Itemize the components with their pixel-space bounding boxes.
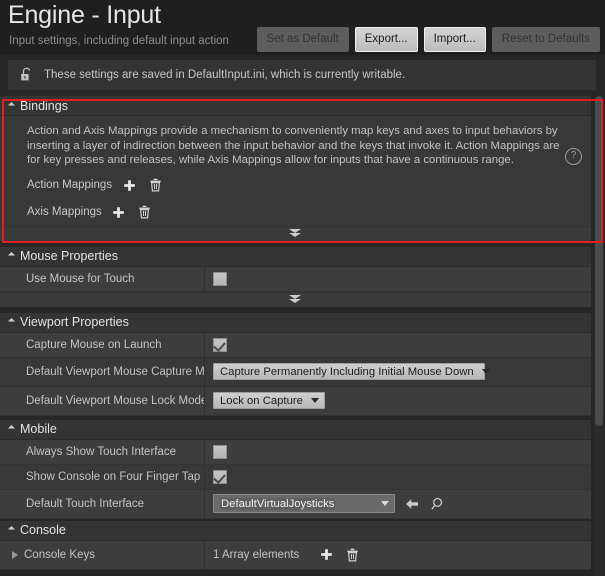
settings-content: Bindings Action and Axis Mappings provid… bbox=[0, 96, 591, 570]
combo-value: Lock on Capture bbox=[220, 394, 303, 407]
axis-mappings-label: Axis Mappings bbox=[27, 206, 102, 219]
row-default-touch-interface: Default Touch Interface DefaultVirtualJo… bbox=[0, 489, 591, 519]
page-subtitle: Input settings, including default input … bbox=[9, 35, 229, 47]
axis-mappings-delete-icon[interactable] bbox=[136, 203, 154, 221]
vertical-scrollbar[interactable] bbox=[594, 96, 604, 576]
row-label: Capture Mouse on Launch bbox=[0, 332, 205, 357]
ini-writable-notice: These settings are saved in DefaultInput… bbox=[8, 60, 596, 90]
triangle-down-icon bbox=[7, 526, 16, 534]
bindings-description-block: Action and Axis Mappings provide a mecha… bbox=[0, 116, 591, 172]
row-default-viewport-mouse-capture-mode: Default Viewport Mouse Capture M Capture… bbox=[0, 357, 591, 387]
bindings-title: Bindings bbox=[20, 98, 68, 113]
row-console-keys: Console Keys 1 Array elements bbox=[0, 540, 591, 570]
triangle-right-icon bbox=[12, 550, 18, 559]
section-mobile: Mobile Always Show Touch Interface Show … bbox=[0, 419, 591, 519]
row-value bbox=[205, 333, 591, 357]
row-use-mouse-for-touch: Use Mouse for Touch bbox=[0, 266, 591, 292]
notice-text: These settings are saved in DefaultInput… bbox=[44, 69, 406, 81]
row-label: Always Show Touch Interface bbox=[0, 439, 205, 464]
section-bindings: Bindings Action and Axis Mappings provid… bbox=[0, 96, 591, 241]
scrollbar-thumb[interactable] bbox=[595, 96, 603, 426]
page-title: Engine - Input bbox=[8, 1, 161, 29]
row-show-console-on-four-finger-tap: Show Console on Four Finger Tap bbox=[0, 464, 591, 490]
action-mappings-label: Action Mappings bbox=[27, 179, 113, 192]
double-chevron-down-icon bbox=[289, 295, 302, 304]
viewport-properties-title: Viewport Properties bbox=[20, 315, 129, 330]
chevron-down-icon bbox=[481, 369, 490, 375]
bindings-expander[interactable] bbox=[0, 225, 591, 241]
action-mappings-row: Action Mappings bbox=[0, 172, 591, 199]
row-label: Default Viewport Mouse Capture M bbox=[0, 357, 205, 386]
engine-input-settings-page: Engine - Input Input settings, including… bbox=[0, 0, 605, 576]
row-value bbox=[205, 465, 591, 489]
bindings-description: Action and Axis Mappings provide a mecha… bbox=[27, 125, 560, 167]
triangle-down-icon bbox=[7, 425, 16, 433]
combo-value: Capture Permanently Including Initial Mo… bbox=[220, 365, 474, 378]
double-chevron-down-icon bbox=[289, 229, 302, 238]
reset-to-defaults-button[interactable]: Reset to Defaults bbox=[491, 27, 600, 52]
row-capture-mouse-on-launch: Capture Mouse on Launch bbox=[0, 332, 591, 358]
triangle-down-icon bbox=[7, 101, 16, 109]
mouse-properties-title: Mouse Properties bbox=[20, 249, 118, 264]
viewport-mouse-capture-mode-combo[interactable]: Capture Permanently Including Initial Mo… bbox=[213, 363, 490, 381]
row-value: Capture Permanently Including Initial Mo… bbox=[205, 358, 591, 386]
console-keys-delete-icon[interactable] bbox=[343, 546, 361, 564]
settings-scroll-area: Bindings Action and Axis Mappings provid… bbox=[0, 96, 605, 576]
help-circle-icon[interactable]: ? bbox=[565, 148, 582, 165]
viewport-properties-header[interactable]: Viewport Properties bbox=[0, 312, 591, 333]
triangle-down-icon bbox=[7, 318, 16, 326]
browse-asset-magnifier-icon[interactable] bbox=[428, 495, 446, 513]
triangle-down-icon bbox=[7, 252, 16, 260]
chevron-down-icon bbox=[310, 398, 319, 404]
mouse-properties-header[interactable]: Mouse Properties bbox=[0, 246, 591, 267]
mouse-properties-expander[interactable] bbox=[0, 291, 591, 307]
row-always-show-touch-interface: Always Show Touch Interface bbox=[0, 439, 591, 465]
row-label: Default Touch Interface bbox=[0, 489, 205, 518]
use-selected-asset-icon[interactable] bbox=[403, 495, 421, 513]
export-button[interactable]: Export... bbox=[354, 27, 418, 52]
row-label-container[interactable]: Console Keys bbox=[0, 540, 205, 569]
page-header: Engine - Input Input settings, including… bbox=[0, 0, 605, 55]
always-show-touch-interface-checkbox[interactable] bbox=[213, 444, 227, 459]
action-mappings-delete-icon[interactable] bbox=[146, 176, 164, 194]
row-value bbox=[205, 440, 591, 464]
row-value: 1 Array elements bbox=[205, 541, 591, 569]
section-viewport-properties: Viewport Properties Capture Mouse on Lau… bbox=[0, 312, 591, 416]
header-button-group: Set as Default Export... Import... Reset… bbox=[256, 27, 600, 52]
section-mouse-properties: Mouse Properties Use Mouse for Touch bbox=[0, 246, 591, 307]
bindings-header[interactable]: Bindings bbox=[0, 96, 591, 116]
chevron-down-icon bbox=[381, 501, 389, 507]
capture-mouse-on-launch-checkbox[interactable] bbox=[213, 337, 227, 352]
action-mappings-add-icon[interactable] bbox=[120, 176, 138, 194]
console-keys-count: 1 Array elements bbox=[213, 548, 300, 561]
row-label: Default Viewport Mouse Lock Mode bbox=[0, 386, 205, 415]
console-keys-add-icon[interactable] bbox=[317, 546, 335, 564]
row-value bbox=[205, 267, 591, 291]
import-button[interactable]: Import... bbox=[423, 27, 486, 52]
viewport-mouse-lock-mode-combo[interactable]: Lock on Capture bbox=[213, 392, 325, 410]
row-value: DefaultVirtualJoysticks bbox=[205, 490, 591, 518]
console-title: Console bbox=[20, 523, 66, 538]
row-label: Show Console on Four Finger Tap bbox=[0, 464, 205, 489]
console-header[interactable]: Console bbox=[0, 520, 591, 541]
mobile-header[interactable]: Mobile bbox=[0, 419, 591, 440]
show-console-four-finger-tap-checkbox[interactable] bbox=[213, 469, 227, 484]
set-as-default-button[interactable]: Set as Default bbox=[256, 27, 349, 52]
axis-mappings-add-icon[interactable] bbox=[110, 203, 128, 221]
default-touch-interface-combo[interactable]: DefaultVirtualJoysticks bbox=[213, 494, 395, 514]
combo-value: DefaultVirtualJoysticks bbox=[220, 497, 336, 510]
section-console: Console Console Keys 1 Array elements bbox=[0, 520, 591, 570]
row-label: Use Mouse for Touch bbox=[0, 266, 205, 291]
axis-mappings-row: Axis Mappings bbox=[0, 199, 591, 226]
unlock-icon bbox=[20, 67, 34, 83]
use-mouse-for-touch-checkbox[interactable] bbox=[213, 271, 227, 286]
row-label: Console Keys bbox=[24, 548, 95, 561]
mobile-title: Mobile bbox=[20, 422, 57, 437]
bindings-body: Action and Axis Mappings provide a mecha… bbox=[0, 116, 591, 226]
row-value: Lock on Capture bbox=[205, 387, 591, 415]
row-default-viewport-mouse-lock-mode: Default Viewport Mouse Lock Mode Lock on… bbox=[0, 386, 591, 416]
